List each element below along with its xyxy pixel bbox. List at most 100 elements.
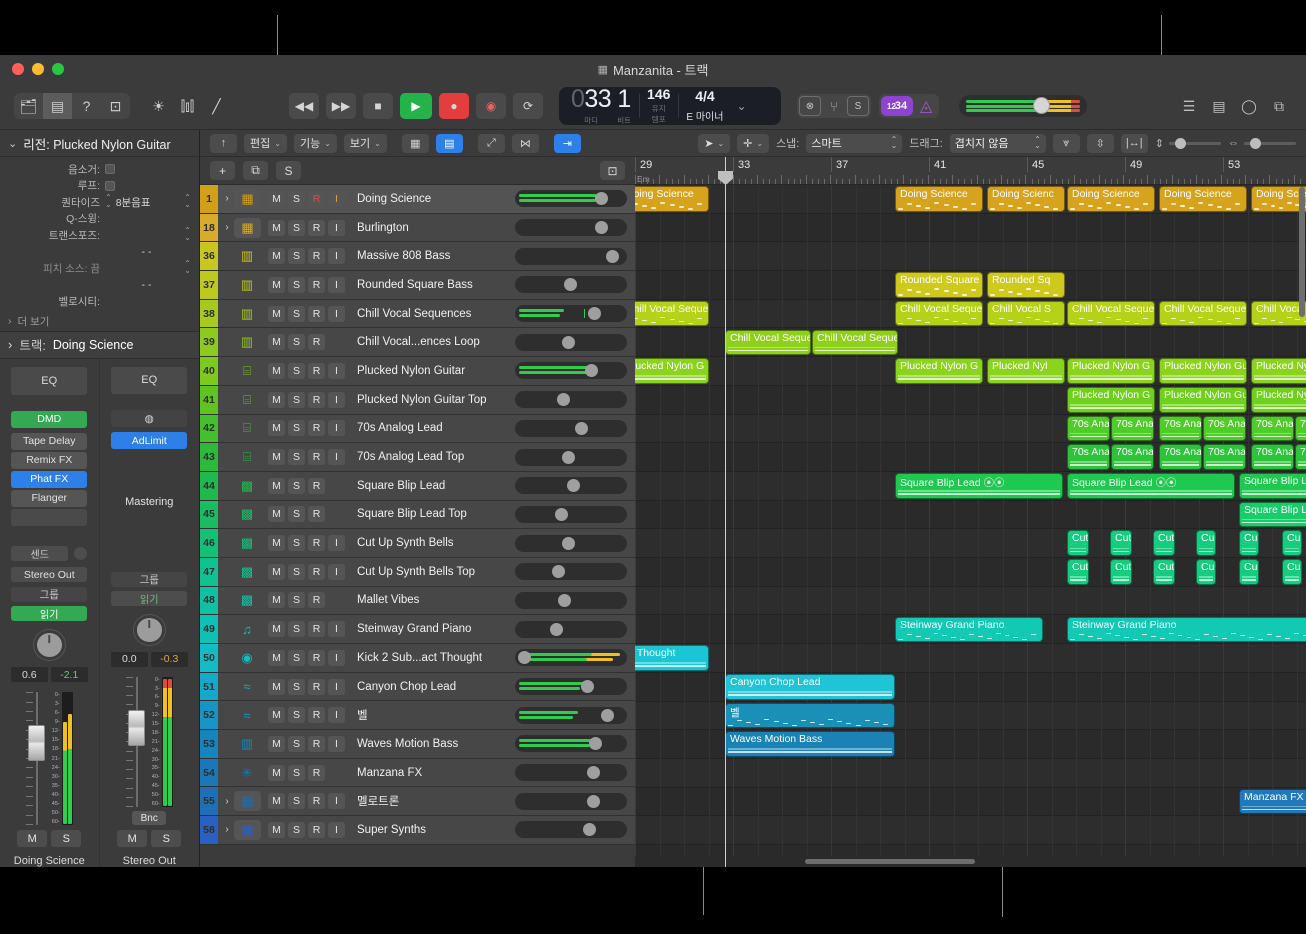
- track-m-button[interactable]: M: [268, 478, 285, 494]
- track-icon-area[interactable]: ›▤: [218, 791, 268, 811]
- piano-icon[interactable]: ♫: [234, 620, 260, 638]
- region[interactable]: Chill Vocal Seque: [812, 330, 898, 356]
- pan-knob[interactable]: [34, 630, 65, 660]
- track-icon-area[interactable]: ›▦: [218, 218, 268, 238]
- region[interactable]: 70s Ana: [1203, 416, 1246, 442]
- track-i-button[interactable]: I: [328, 650, 345, 666]
- notes-icon[interactable]: ▤: [1206, 94, 1232, 118]
- region[interactable]: Canyon Chop Lead: [725, 674, 895, 700]
- flex-icon[interactable]: ⋈: [512, 134, 539, 153]
- insert-slot-0[interactable]: AdLimit: [111, 432, 187, 449]
- horizontal-zoom-slider[interactable]: ⇔: [1228, 137, 1296, 149]
- guitar-amp-icon[interactable]: ⌸: [234, 448, 260, 466]
- param-qswing[interactable]: Q-스윙:: [0, 211, 199, 228]
- track-name[interactable]: Square Blip Lead: [345, 480, 515, 492]
- track-volume-slider[interactable]: [515, 391, 627, 408]
- track-s-button[interactable]: S: [288, 621, 305, 637]
- insert-slot-0[interactable]: Tape Delay: [11, 433, 87, 450]
- track-row[interactable]: 42⌸MSRI70s Analog Lead: [200, 415, 635, 444]
- mixer-icon[interactable]: ⫿⫾⫿: [173, 93, 202, 119]
- track-name[interactable]: 벨: [345, 707, 515, 723]
- chevron-down-icon[interactable]: ⌄: [8, 137, 17, 150]
- track-name[interactable]: 70s Analog Lead: [345, 422, 515, 434]
- track-r-button[interactable]: R: [308, 535, 325, 551]
- track-s-button[interactable]: S: [288, 822, 305, 838]
- volume-knob[interactable]: [589, 737, 602, 750]
- track-volume-slider[interactable]: [515, 248, 627, 265]
- track-s-button[interactable]: S: [288, 420, 305, 436]
- track-icon-area[interactable]: ▥: [218, 305, 268, 323]
- track-m-button[interactable]: M: [268, 765, 285, 781]
- track-name[interactable]: Cut Up Synth Bells: [345, 537, 515, 549]
- region[interactable]: Plucked Nylon G: [635, 358, 709, 384]
- region[interactable]: Doing Science: [635, 186, 709, 212]
- track-volume-slider[interactable]: [515, 793, 627, 810]
- track-stack-icon[interactable]: ⊡: [600, 161, 625, 180]
- track-i-button[interactable]: I: [328, 449, 345, 465]
- timeline-ruler[interactable]: Em 2933374145495357: [635, 157, 1306, 185]
- track-m-button[interactable]: M: [268, 736, 285, 752]
- track-m-button[interactable]: M: [268, 621, 285, 637]
- fader-handle[interactable]: [28, 725, 45, 761]
- play-button[interactable]: ▶: [400, 93, 432, 119]
- horizontal-zoom-icon[interactable]: |↔|: [1121, 134, 1148, 153]
- track-r-button[interactable]: R: [308, 564, 325, 580]
- track-i-button[interactable]: I: [328, 822, 345, 838]
- track-m-button[interactable]: M: [268, 220, 285, 236]
- track-row[interactable]: 1›▦MSRIDoing Science: [200, 185, 635, 214]
- vertical-zoom-slider[interactable]: ⇕: [1155, 137, 1221, 150]
- track-inspector-header[interactable]: › 트랙: Doing Science: [0, 331, 199, 359]
- stepper-icon[interactable]: ⌃⌄: [184, 195, 191, 209]
- track-m-button[interactable]: M: [268, 306, 285, 322]
- track-volume-slider[interactable]: [515, 563, 627, 580]
- pan-value[interactable]: 0.0: [111, 652, 148, 667]
- chevron-down-icon[interactable]: ⌄: [731, 99, 751, 113]
- track-r-button[interactable]: R: [308, 822, 325, 838]
- volume-knob[interactable]: [552, 565, 565, 578]
- track-name[interactable]: Mallet Vibes: [345, 594, 515, 606]
- track-name[interactable]: Cut Up Synth Bells Top: [345, 566, 515, 578]
- synth-icon[interactable]: ▩: [234, 505, 260, 523]
- track-r-button[interactable]: R: [308, 248, 325, 264]
- list-editors-icon[interactable]: ☰: [1176, 94, 1202, 118]
- library-icon[interactable]: 🗂: [14, 93, 43, 119]
- region[interactable]: Chill Vocal Seque: [635, 301, 709, 327]
- stereo-icon[interactable]: ◍: [111, 410, 187, 427]
- track-m-button[interactable]: M: [268, 449, 285, 465]
- track-s-button[interactable]: S: [288, 793, 305, 809]
- volume-knob[interactable]: [587, 766, 600, 779]
- mode-buttons[interactable]: ⊗ ⑂ S 12123434 ◬: [797, 94, 939, 118]
- region[interactable]: Doing Scienc: [1251, 186, 1306, 212]
- synth-blue-icon[interactable]: ▩: [234, 820, 261, 840]
- region[interactable]: Chill Vocal S: [987, 301, 1065, 327]
- x-shield-icon[interactable]: ⊗: [799, 96, 821, 116]
- region[interactable]: 70s Ana: [1159, 416, 1202, 442]
- track-name[interactable]: Square Blip Lead Top: [345, 508, 515, 520]
- automation-mode[interactable]: 읽기: [11, 606, 87, 621]
- synth-icon[interactable]: ▩: [234, 591, 260, 609]
- volume-fader[interactable]: [26, 692, 48, 825]
- pointer-tool[interactable]: ➤⌄: [698, 134, 730, 153]
- track-volume-slider[interactable]: [515, 707, 627, 724]
- track-volume-slider[interactable]: [515, 821, 627, 838]
- track-row[interactable]: 37▥MSRIRounded Square Bass: [200, 271, 635, 300]
- track-s-button[interactable]: S: [288, 564, 305, 580]
- track-m-button[interactable]: M: [268, 392, 285, 408]
- right-panel-buttons[interactable]: ☰ ▤ ◯ ⧉: [1176, 94, 1292, 118]
- track-i-button[interactable]: I: [328, 220, 345, 236]
- track-buttons[interactable]: MSR: [268, 506, 345, 522]
- track-i-button[interactable]: I: [328, 191, 345, 207]
- track-r-button[interactable]: R: [308, 449, 325, 465]
- track-buttons[interactable]: MSRI: [268, 650, 345, 666]
- region[interactable]: 70s Ana: [1203, 444, 1246, 470]
- track-lane[interactable]: [635, 788, 1306, 817]
- track-m-button[interactable]: M: [268, 363, 285, 379]
- send-button[interactable]: 센드: [11, 546, 68, 561]
- mute-checkbox[interactable]: [105, 164, 115, 174]
- track-name[interactable]: Massive 808 Bass: [345, 250, 515, 262]
- position-display[interactable]: 033 마디 1 비트: [563, 87, 639, 125]
- region[interactable]: Rounded Square: [895, 272, 983, 298]
- track-volume-slider[interactable]: [515, 449, 627, 466]
- region[interactable]: Cut: [1153, 530, 1175, 556]
- region[interactable]: Cut: [1110, 559, 1132, 585]
